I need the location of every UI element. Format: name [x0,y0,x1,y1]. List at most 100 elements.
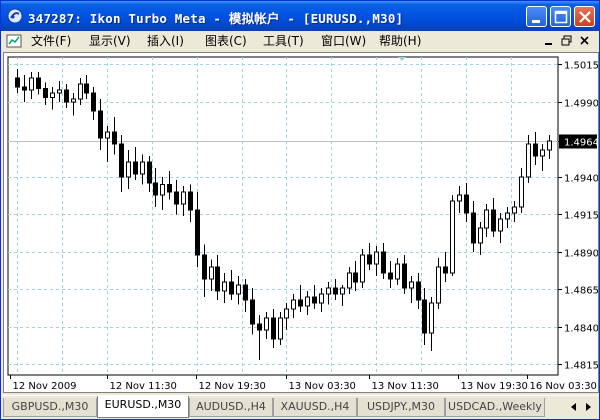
candle-bear [64,89,69,103]
candle-bear [353,272,358,283]
candle-bear [215,266,220,292]
price-chart[interactable]: 1.5015 1.4990 1.4964 1.4940 1.4915 1.4890 1.48… [4,53,598,392]
candle-bear [174,191,179,205]
tab-eurusd-m30[interactable]: EURUSD.,M30 [97,396,189,418]
candle-bull [478,227,483,244]
candle-bear [257,323,262,331]
candle-bear [381,251,386,274]
candle-bear [229,281,234,295]
close-button[interactable] [574,6,595,27]
candle-bull [547,140,552,151]
chart-tabs: GBPUSD.,M30 EURUSD.,M30 AUDUSD.,H4 XAUUS… [1,395,599,419]
chart-area[interactable]: 1.5015 1.4990 1.4964 1.4940 1.4915 1.4890 1.48… [3,52,599,393]
x-tick-label: 16 Nov 03:30 [530,381,597,392]
menu-insert[interactable]: 插入(I) [147,33,184,49]
candle-bull [512,206,517,214]
candle-bull [498,218,503,232]
candle-bear [312,296,317,304]
candle-bear [464,194,469,214]
candle-bull [347,272,352,289]
candle-bear [402,263,407,289]
candle-bull [436,266,441,304]
candle-bull [305,296,310,307]
y-tick-label: 1.4840 [564,324,598,335]
candle-bull [450,200,455,274]
current-price-label: 1.4964 [564,138,598,149]
y-tick-label: 1.4815 [564,361,598,372]
candle-bull [429,302,434,334]
candle-bear [367,254,372,265]
candle-bull [340,287,345,295]
terminal-window: 347287: Ikon Turbo Meta - 模拟帐户 - [EURUSD… [0,0,600,420]
tab-audusd-h4[interactable]: AUDUSD.,H4 [189,398,273,417]
tab-usdcad-weekly[interactable]: USDCAD.,Weekly [445,398,545,417]
candle-bull [278,317,283,340]
maximize-button[interactable] [550,6,571,27]
y-tick-label: 1.4865 [564,286,598,297]
menu-window[interactable]: 窗口(W) [321,33,366,49]
minimize-icon [532,20,540,23]
tab-scroll-left-icon[interactable] [569,402,579,412]
candle-bear [84,83,89,94]
title-bar[interactable]: 347287: Ikon Turbo Meta - 模拟帐户 - [EURUSD… [1,1,599,31]
candle-bear [491,209,496,232]
window-title: 347287: Ikon Turbo Meta - 模拟帐户 - [EURUSD… [28,11,404,26]
candle-bull [319,293,324,304]
menu-view[interactable]: 显示(V) [89,33,131,49]
candle-bull [540,149,545,157]
candle-bull [457,194,462,202]
mdi-restore-icon[interactable] [559,34,575,48]
candle-bull [526,143,531,178]
y-tick-label: 1.4940 [564,174,598,185]
candle-bull [505,212,510,220]
candle-bear [153,182,158,196]
tab-xauusd-h4[interactable]: XAUUSD.,H4 [273,398,357,417]
candle-bull [57,89,62,94]
x-tick-label: 12 Nov 11:30 [110,381,177,392]
menu-tools[interactable]: 工具(T) [263,33,304,49]
menu-help[interactable]: 帮助(H) [379,33,421,49]
x-tick-label: 13 Nov 11:30 [372,381,439,392]
candle-bear [416,281,421,301]
y-tick-label: 1.4915 [564,211,598,222]
candle-bull [395,263,400,280]
menu-file[interactable]: 文件(F) [31,33,71,49]
menu-bar: 文件(F) 显示(V) 插入(I) 图表(C) 工具(T) 窗口(W) 帮助(H… [1,31,599,51]
x-tick-label: 13 Nov 19:30 [461,381,528,392]
tab-scroll-right-icon[interactable] [583,402,593,412]
candle-bull [374,251,379,265]
mdi-close-icon[interactable] [577,34,593,48]
maximize-icon [554,10,568,24]
candle-bear [243,284,248,301]
tab-gbpusd-m30[interactable]: GBPUSD.,M30 [3,398,97,417]
candle-bear [298,299,303,307]
candle-bull [519,176,524,208]
candle-bear [22,86,27,91]
candle-bull [209,266,214,280]
candle-bull [105,131,110,139]
candle-bear [15,77,20,88]
candle-bull [71,98,76,103]
candle-bull [409,281,414,289]
y-tick-label: 1.5015 [564,61,598,72]
candle-bull [236,284,241,295]
candle-bear [388,272,393,280]
y-tick-label: 1.4990 [564,99,598,110]
menu-charts[interactable]: 图表(C) [205,33,247,49]
candle-bear [147,161,152,184]
candle-bear [36,77,41,89]
minimize-button[interactable] [526,6,547,27]
candle-bear [119,143,124,178]
close-icon [579,11,591,23]
chart-shift-marker[interactable] [398,57,406,61]
candle-bear [167,184,172,193]
x-tick-label: 12 Nov 19:30 [199,381,266,392]
candle-bull [484,209,489,229]
candle-bear [422,299,427,334]
chart-window-icon[interactable] [6,34,22,48]
app-icon[interactable] [7,8,23,24]
tab-usdjpy-m30[interactable]: USDJPY.,M30 [357,398,445,417]
candle-bull [264,317,269,331]
candle-bear [471,212,476,244]
mdi-minimize-icon[interactable] [541,34,557,48]
